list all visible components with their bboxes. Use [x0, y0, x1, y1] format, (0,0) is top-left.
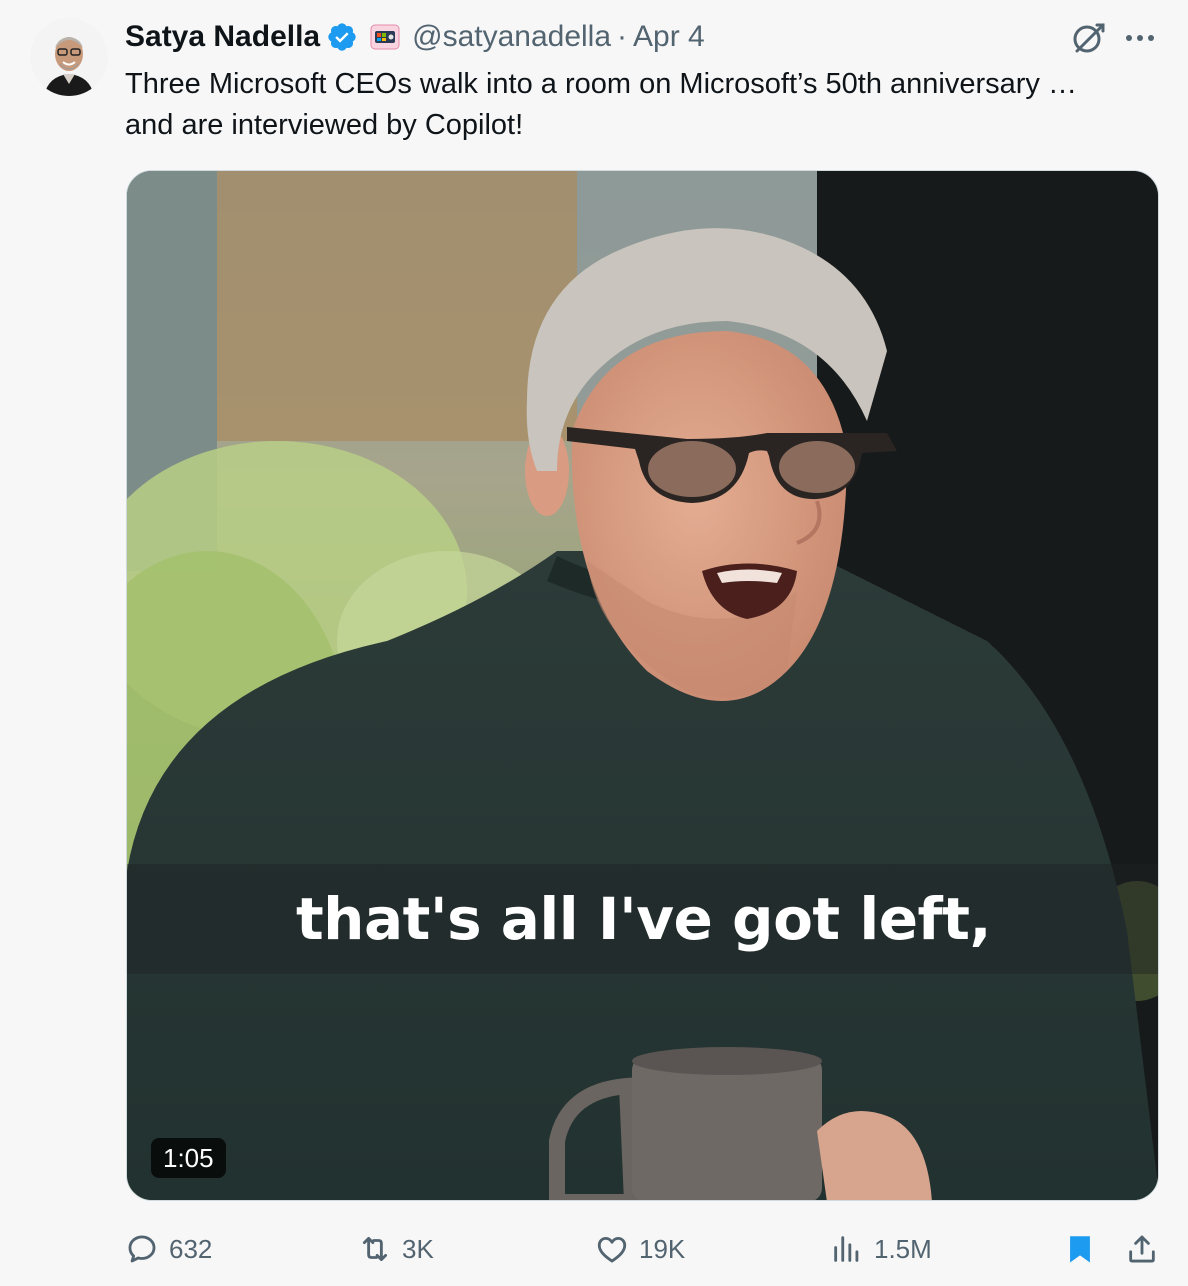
bookmark-icon: [1070, 1236, 1090, 1263]
like-button[interactable]: 19K: [595, 1226, 685, 1272]
tweet[interactable]: Satya Nadella @satyanadella · Apr 4 Thre…: [0, 0, 1188, 1286]
reply-icon: [128, 1235, 156, 1263]
bookmark-button[interactable]: [1063, 1226, 1097, 1272]
grok-icon[interactable]: [1068, 18, 1108, 58]
video-caption: that's all I've got left,: [295, 885, 992, 953]
retweet-icon: [362, 1236, 388, 1262]
share-icon: [1129, 1235, 1155, 1263]
like-icon: [597, 1236, 627, 1263]
video-duration: 1:05: [151, 1138, 226, 1178]
verified-badge-icon: [326, 21, 358, 53]
reply-button[interactable]: 632: [125, 1226, 212, 1272]
video-frame: [127, 171, 1158, 1200]
video-player[interactable]: that's all I've got left, 1:05: [126, 170, 1159, 1201]
retweet-count: 3K: [402, 1233, 434, 1264]
affiliate-badge-icon[interactable]: [370, 24, 400, 50]
views-icon: [834, 1236, 859, 1262]
tweet-date[interactable]: Apr 4: [633, 20, 705, 54]
retweet-button[interactable]: 3K: [358, 1226, 434, 1272]
avatar[interactable]: [30, 18, 108, 96]
tweet-header: Satya Nadella @satyanadella · Apr 4: [125, 16, 705, 58]
more-icon[interactable]: [1120, 22, 1160, 54]
author-name[interactable]: Satya Nadella: [125, 20, 320, 54]
like-count: 19K: [639, 1233, 686, 1264]
action-bar: 632 3K 19K 1.5M: [125, 1226, 1165, 1272]
views-count: 1.5M: [874, 1233, 932, 1264]
author-handle[interactable]: @satyanadella: [412, 20, 611, 54]
tweet-text: Three Microsoft CEOs walk into a room on…: [125, 68, 1077, 141]
share-button[interactable]: [1125, 1226, 1159, 1272]
separator-dot: ·: [617, 20, 628, 53]
views-button[interactable]: 1.5M: [830, 1226, 932, 1272]
reply-count: 632: [169, 1233, 213, 1264]
